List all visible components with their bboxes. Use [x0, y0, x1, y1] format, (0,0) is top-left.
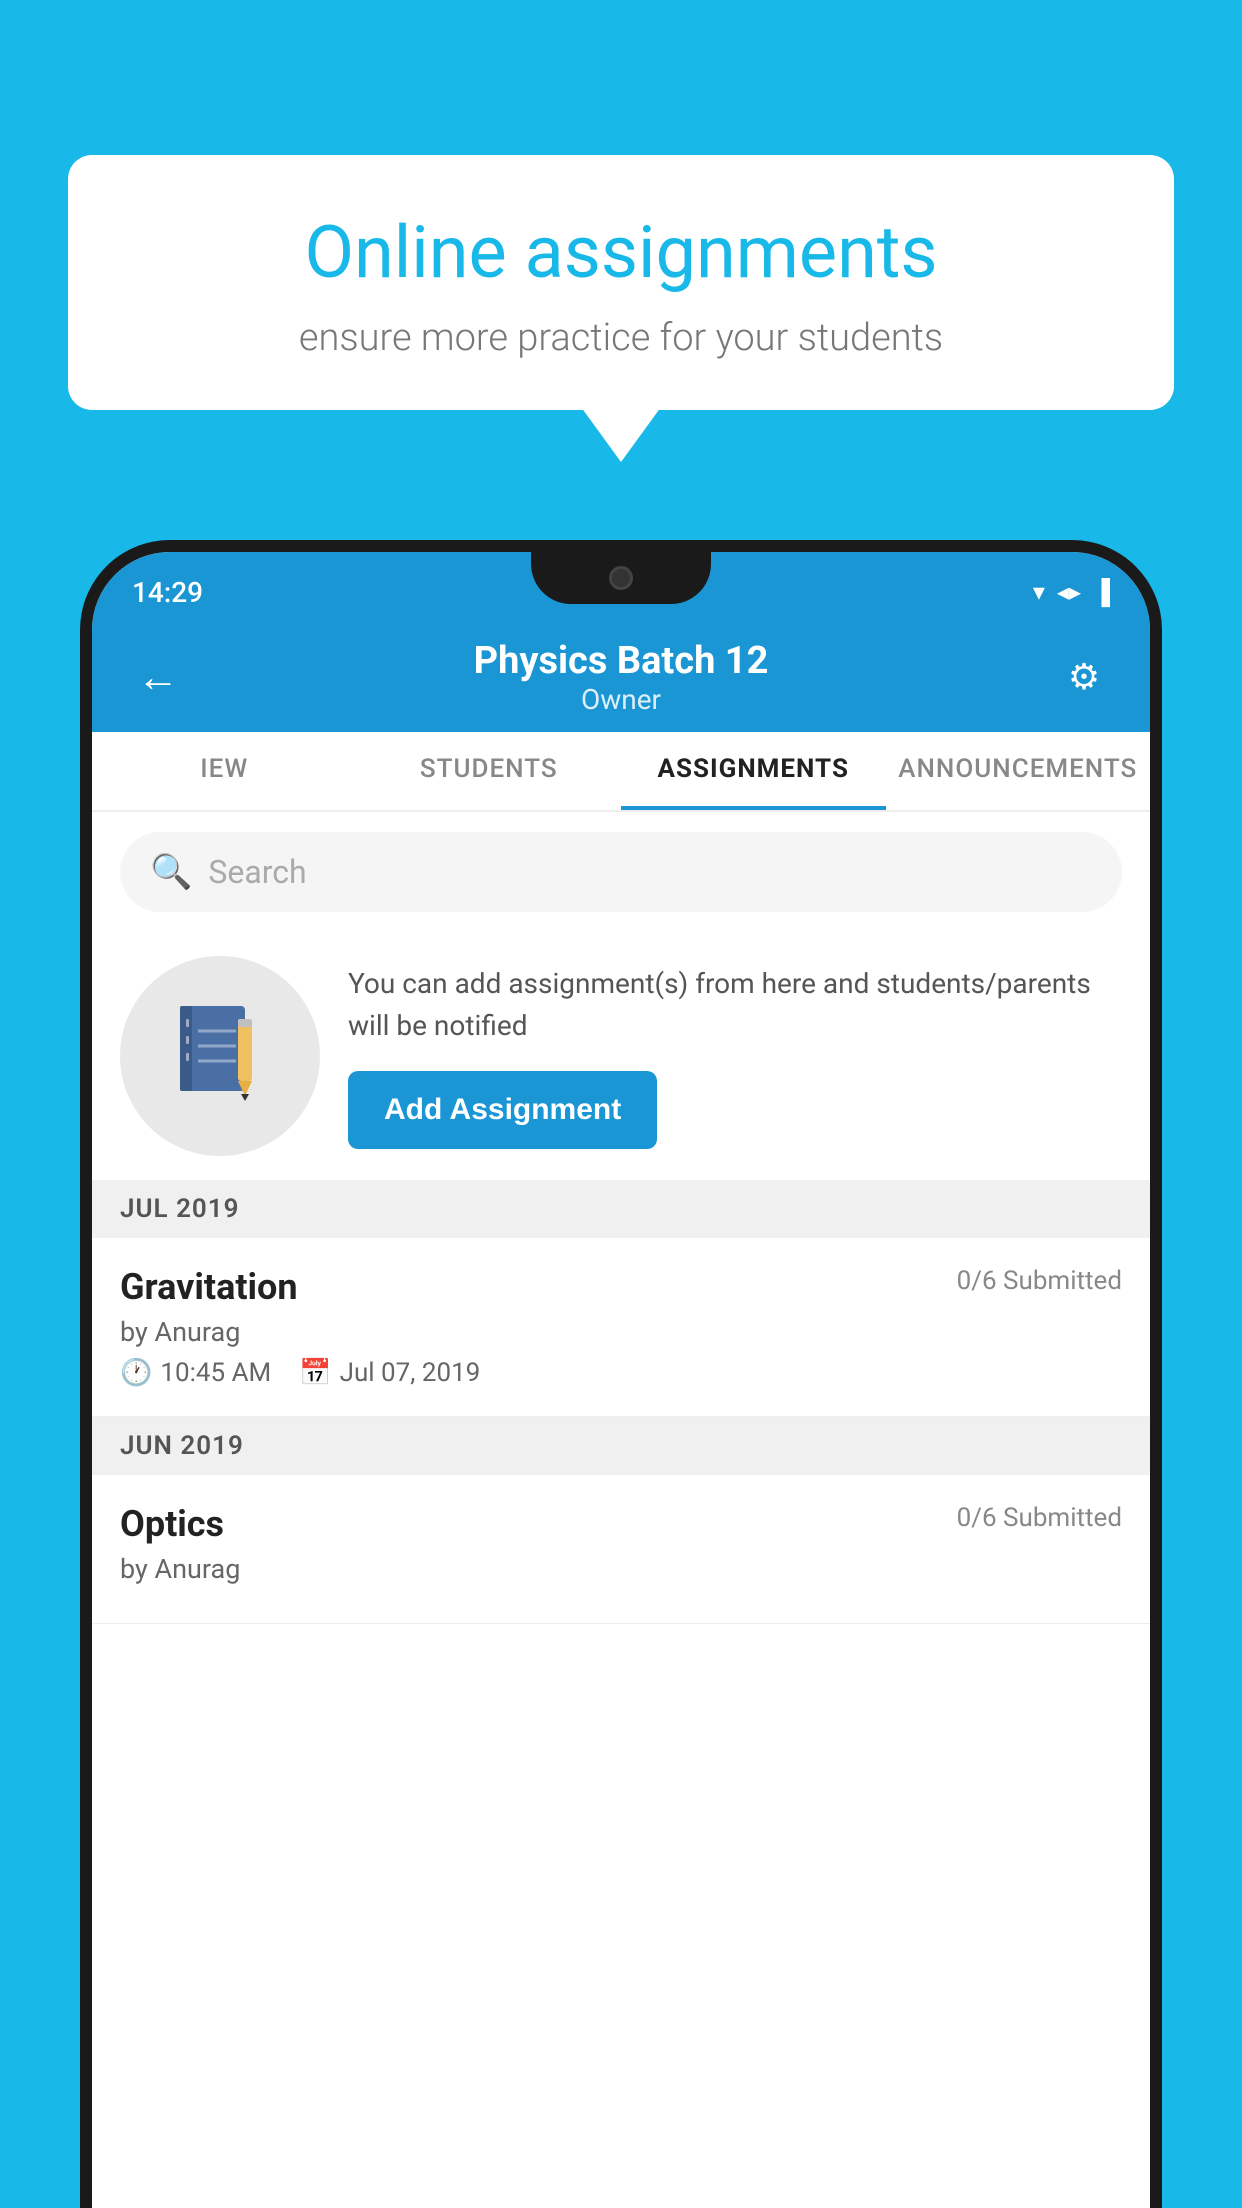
notch	[531, 552, 711, 604]
assignment-row: Gravitation 0/6 Submitted	[120, 1266, 1122, 1308]
meta-date: 📅 Jul 07, 2019	[299, 1358, 480, 1388]
header-title-center: Physics Batch 12 Owner	[188, 639, 1054, 716]
clock-icon: 🕐	[120, 1358, 152, 1388]
section-header-jul2019: JUL 2019	[92, 1180, 1150, 1238]
tab-announcements[interactable]: ANNOUNCEMENTS	[886, 732, 1151, 810]
speech-bubble: Online assignments ensure more practice …	[68, 155, 1174, 410]
bubble-title: Online assignments	[128, 210, 1114, 296]
optics-by: by Anurag	[120, 1553, 1122, 1585]
optics-title: Optics	[120, 1503, 224, 1545]
batch-subtitle: Owner	[188, 683, 1054, 716]
time-value: 10:45 AM	[160, 1358, 271, 1388]
tab-iew[interactable]: IEW	[92, 732, 357, 810]
camera	[609, 566, 633, 590]
assignment-row-optics: Optics 0/6 Submitted	[120, 1503, 1122, 1545]
battery-icon: ▐	[1093, 578, 1110, 607]
tab-students[interactable]: STUDENTS	[357, 732, 622, 810]
notebook-icon	[170, 1001, 270, 1111]
status-time: 14:29	[132, 576, 203, 609]
search-container: 🔍 Search	[92, 812, 1150, 932]
add-assignment-button[interactable]: Add Assignment	[348, 1071, 657, 1149]
assignment-submitted: 0/6 Submitted	[957, 1266, 1122, 1296]
search-icon: 🔍	[150, 852, 192, 892]
wifi-icon: ▾	[1033, 578, 1045, 606]
info-section: You can add assignment(s) from here and …	[92, 932, 1150, 1180]
phone-frame: 14:29 ▾ ◂▸ ▐ ← Physics Batch 12 Owner ⚙ …	[80, 540, 1162, 2208]
tabs-bar: IEW STUDENTS ASSIGNMENTS ANNOUNCEMENTS	[92, 732, 1150, 812]
assignment-item-gravitation[interactable]: Gravitation 0/6 Submitted by Anurag 🕐 10…	[92, 1238, 1150, 1417]
assignment-meta: 🕐 10:45 AM 📅 Jul 07, 2019	[120, 1358, 1122, 1388]
info-text: You can add assignment(s) from here and …	[348, 963, 1122, 1047]
batch-title: Physics Batch 12	[188, 639, 1054, 683]
speech-bubble-container: Online assignments ensure more practice …	[68, 155, 1174, 410]
phone-inner: 14:29 ▾ ◂▸ ▐ ← Physics Batch 12 Owner ⚙ …	[92, 552, 1150, 2208]
bubble-subtitle: ensure more practice for your students	[128, 316, 1114, 360]
signal-icon: ◂▸	[1057, 578, 1081, 606]
calendar-icon: 📅	[299, 1358, 331, 1388]
assignment-item-optics[interactable]: Optics 0/6 Submitted by Anurag	[92, 1475, 1150, 1624]
date-value: Jul 07, 2019	[340, 1358, 481, 1388]
back-button[interactable]: ←	[128, 653, 188, 702]
notebook-icon-circle	[120, 956, 320, 1156]
search-box[interactable]: 🔍 Search	[120, 832, 1122, 912]
search-placeholder-text: Search	[208, 853, 306, 891]
info-right: You can add assignment(s) from here and …	[348, 963, 1122, 1149]
optics-submitted: 0/6 Submitted	[957, 1503, 1122, 1533]
assignment-by: by Anurag	[120, 1316, 1122, 1348]
section-header-jun2019: JUN 2019	[92, 1417, 1150, 1475]
status-icons: ▾ ◂▸ ▐	[1033, 578, 1110, 607]
top-bar: ← Physics Batch 12 Owner ⚙	[92, 622, 1150, 732]
meta-time: 🕐 10:45 AM	[120, 1358, 271, 1388]
settings-button[interactable]: ⚙	[1054, 656, 1114, 698]
content-area: 🔍 Search	[92, 812, 1150, 1624]
tab-assignments[interactable]: ASSIGNMENTS	[621, 732, 886, 810]
assignment-title: Gravitation	[120, 1266, 298, 1308]
